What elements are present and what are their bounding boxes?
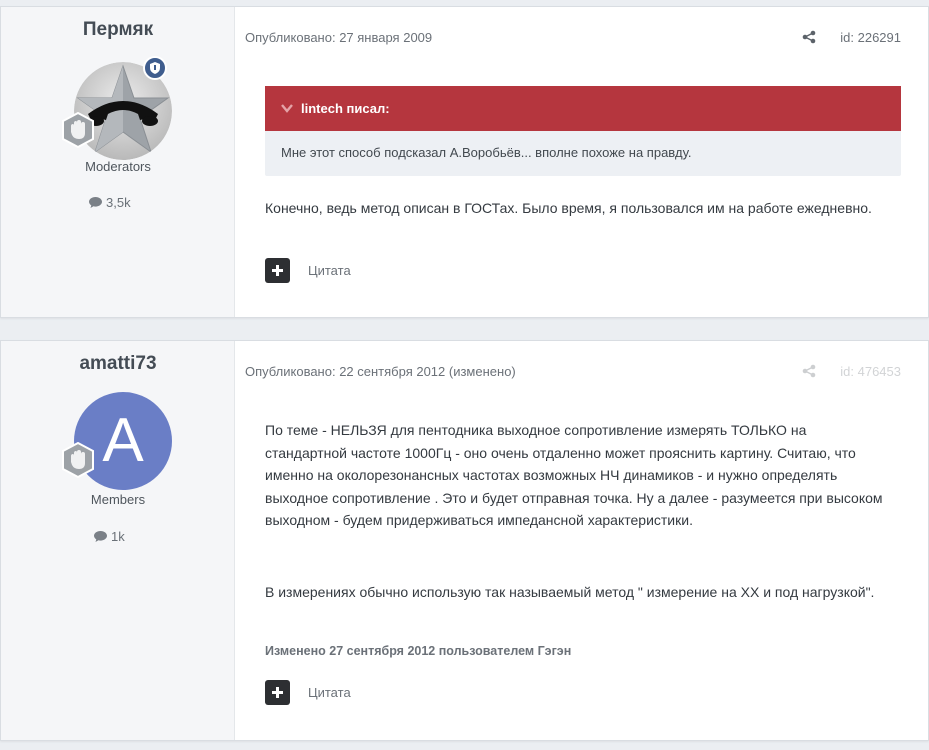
post-count-value: 1k <box>111 529 125 544</box>
group-name: Members <box>90 492 146 507</box>
post-count-value: 3,5k <box>106 195 131 210</box>
author-panel: amatti73 A Members 1k <box>1 341 235 740</box>
post-count[interactable]: 1k <box>94 529 125 544</box>
multiquote-button[interactable] <box>265 258 290 283</box>
post-date[interactable]: Опубликовано: 27 января 2009 <box>245 30 432 45</box>
shield-icon <box>143 56 167 80</box>
multiquote-button[interactable] <box>265 680 290 705</box>
post-paragraph: В измерениях обычно использую так называ… <box>265 584 875 600</box>
comment-icon <box>94 531 107 542</box>
chevron-down-icon <box>281 104 293 113</box>
hand-badge-icon <box>60 441 96 479</box>
post: amatti73 A Members 1k Опубликовано: 22 с… <box>0 340 929 741</box>
group-name: Moderators <box>85 159 151 174</box>
post-id: id: 226291 <box>840 30 901 45</box>
share-icon[interactable] <box>802 30 816 44</box>
plus-icon <box>272 265 283 276</box>
post-paragraph: По теме - НЕЛЬЗЯ для пентодника выходное… <box>265 422 883 528</box>
quote-button[interactable]: Цитата <box>308 685 351 700</box>
quote-author: lintech писал: <box>301 101 390 116</box>
post-paragraph: Конечно, ведь метод описан в ГОСТах. Был… <box>265 200 872 216</box>
avatar-container <box>62 56 172 160</box>
hand-badge-icon <box>60 111 96 149</box>
avatar-container: A <box>62 392 172 490</box>
edited-note: Изменено 27 сентября 2012 пользователем … <box>265 644 572 658</box>
post-count[interactable]: 3,5k <box>89 195 131 210</box>
share-icon[interactable] <box>802 364 816 378</box>
author-panel: Пермяк Moderators 3,5k <box>1 7 235 317</box>
author-name[interactable]: amatti73 <box>1 353 235 375</box>
post-id: id: 476453 <box>840 364 901 379</box>
comment-icon <box>89 197 102 208</box>
post: Пермяк Moderators 3,5k Опубликовано: 27 … <box>0 6 929 318</box>
quote-button[interactable]: Цитата <box>308 263 351 278</box>
post-date[interactable]: Опубликовано: 22 сентября 2012 (изменено… <box>245 364 516 379</box>
post-content: Опубликовано: 27 января 2009 id: 226291 … <box>236 7 928 317</box>
blockquote: lintech писал: Мне этот способ подсказал… <box>265 86 901 176</box>
quote-header[interactable]: lintech писал: <box>265 86 901 131</box>
post-content: Опубликовано: 22 сентября 2012 (изменено… <box>236 341 928 740</box>
quote-text: Мне этот способ подсказал А.Воробьёв... … <box>281 145 692 160</box>
plus-icon <box>272 687 283 698</box>
author-name[interactable]: Пермяк <box>1 19 235 41</box>
